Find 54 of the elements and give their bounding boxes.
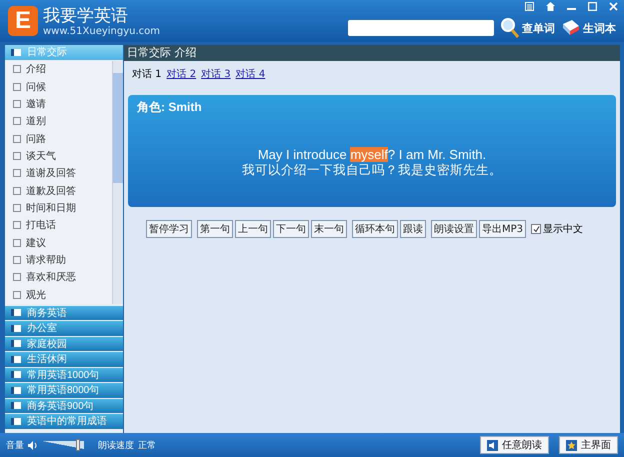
- control-button[interactable]: 第一句: [197, 220, 233, 238]
- speaker-icon: [28, 440, 38, 450]
- search-field[interactable]: [348, 20, 494, 36]
- topic-item[interactable]: 邀请: [5, 95, 112, 113]
- topic-item[interactable]: 请求帮助: [5, 251, 112, 269]
- scrollbar[interactable]: [112, 60, 123, 304]
- chinese-translation: 我可以介绍一下我自己吗？我是史密斯先生。: [241, 162, 503, 179]
- control-button[interactable]: 下一句: [273, 220, 309, 238]
- app-title: 我要学英语: [43, 6, 129, 26]
- volume-label: 音量: [6, 440, 24, 452]
- role-label: 角色: Smith: [136, 99, 203, 116]
- dialogue-tab[interactable]: 对话 1: [132, 67, 162, 81]
- dialogue-tab[interactable]: 对话 4: [236, 67, 266, 81]
- book-icon: [561, 19, 581, 37]
- app-logo: E: [8, 6, 38, 36]
- control-button[interactable]: 导出MP3: [479, 220, 526, 238]
- topic-item[interactable]: 谈天气: [5, 147, 112, 165]
- control-button[interactable]: 跟读: [400, 220, 426, 238]
- speed-value: 正常: [138, 440, 156, 452]
- topic-item[interactable]: 道别: [5, 112, 112, 130]
- topic-item[interactable]: 介绍: [5, 60, 112, 78]
- lookup-button[interactable]: 查单词: [500, 17, 555, 39]
- footer-button[interactable]: 主界面: [559, 436, 618, 454]
- topic-item[interactable]: 时间和日期: [5, 199, 112, 217]
- wordbook-button[interactable]: 生词本: [561, 19, 616, 37]
- breadcrumb: 日常交际 介绍: [124, 45, 620, 61]
- checkbox[interactable]: [531, 224, 542, 234]
- checkbox-label: 显示中文: [543, 222, 584, 236]
- topic-item[interactable]: 问候: [5, 78, 112, 96]
- english-sentence: May I introduce myself? I am Mr. Smith.: [256, 147, 488, 162]
- site-url: www.51Xueyingyu.com: [43, 26, 160, 36]
- speaker-icon: [487, 440, 498, 450]
- control-button[interactable]: 朗读设置: [431, 220, 477, 238]
- footer-button[interactable]: 任意朗读: [480, 436, 549, 454]
- control-button[interactable]: 末一句: [311, 220, 347, 238]
- topic-item[interactable]: 道谢及回答: [5, 164, 112, 182]
- dialogue-tab[interactable]: 对话 3: [201, 67, 231, 81]
- control-button[interactable]: 暂停学习: [146, 220, 192, 238]
- star-icon: [566, 440, 577, 450]
- topic-item[interactable]: 喜欢和厌恶: [5, 268, 112, 286]
- calendar-icon[interactable]: [525, 2, 534, 11]
- topic-item[interactable]: 道歉及回答: [5, 182, 112, 200]
- close-icon[interactable]: [609, 2, 618, 11]
- control-button[interactable]: 上一句: [235, 220, 271, 238]
- topic-item[interactable]: 建议: [5, 234, 112, 252]
- topic-item[interactable]: 打电话: [5, 216, 112, 234]
- speed-label: 朗读速度: [98, 440, 134, 452]
- dialogue-tab[interactable]: 对话 2: [166, 67, 196, 81]
- maximize-icon[interactable]: [588, 2, 597, 11]
- home-icon[interactable]: [546, 2, 555, 11]
- control-button[interactable]: 循环本句: [352, 220, 398, 238]
- topic-item[interactable]: 观光: [5, 286, 112, 304]
- topic-item[interactable]: 问路: [5, 130, 112, 148]
- search-icon: [500, 17, 520, 39]
